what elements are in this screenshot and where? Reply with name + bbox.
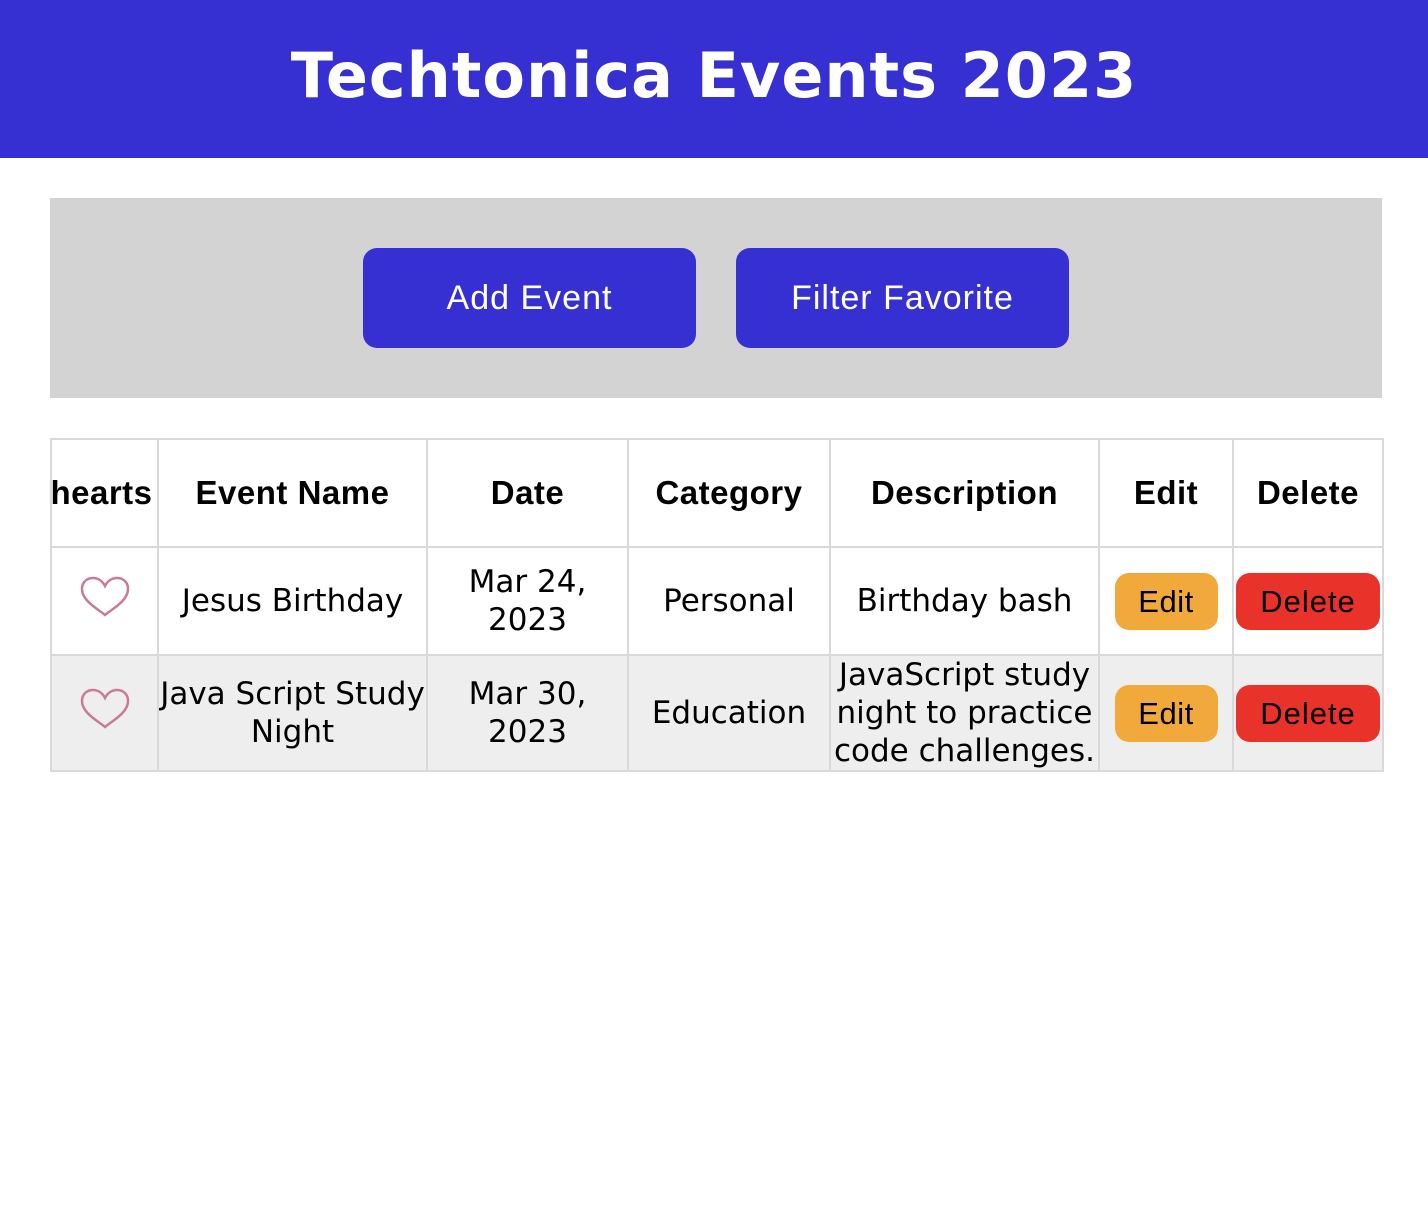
event-category-cell: Education: [627, 654, 831, 772]
events-table: hearts Event Name Date Category Descript…: [50, 438, 1384, 772]
edit-button[interactable]: Edit: [1114, 572, 1218, 630]
table-row: Jesus Birthday Mar 24, 2023 Personal Bir…: [50, 546, 1384, 656]
app-header: Techtonica Events 2023: [0, 0, 1428, 158]
column-header-description: Description: [829, 438, 1100, 548]
event-description-cell: JavaScript study night to practice code …: [829, 654, 1100, 772]
page-title: Techtonica Events 2023: [290, 38, 1138, 112]
event-description-cell: Birthday bash: [829, 546, 1100, 656]
edit-button[interactable]: Edit: [1114, 684, 1218, 742]
event-name-cell: Java Script Study Night: [157, 654, 428, 772]
column-header-event-name: Event Name: [157, 438, 428, 548]
event-date-cell: Mar 30, 2023: [426, 654, 629, 772]
event-date-cell: Mar 24, 2023: [426, 546, 629, 656]
event-name-cell: Jesus Birthday: [157, 546, 428, 656]
delete-cell: Delete: [1232, 546, 1384, 656]
delete-cell: Delete: [1232, 654, 1384, 772]
table-row: Java Script Study Night Mar 30, 2023 Edu…: [50, 654, 1384, 772]
column-header-hearts: hearts: [50, 438, 159, 548]
delete-button[interactable]: Delete: [1236, 572, 1380, 630]
heart-cell: [50, 654, 159, 772]
filter-favorite-button[interactable]: Filter Favorite: [736, 248, 1069, 348]
toolbar: Add Event Filter Favorite: [50, 198, 1382, 398]
event-date: Mar 30, 2023: [468, 676, 587, 750]
column-header-date: Date: [426, 438, 629, 548]
table-header-row: hearts Event Name Date Category Descript…: [50, 438, 1384, 548]
delete-button[interactable]: Delete: [1236, 684, 1380, 742]
heart-outline-icon[interactable]: [78, 575, 132, 619]
column-header-delete: Delete: [1232, 438, 1384, 548]
event-date: Mar 24, 2023: [468, 564, 587, 638]
column-header-category: Category: [627, 438, 831, 548]
add-event-button[interactable]: Add Event: [363, 248, 696, 348]
event-category-cell: Personal: [627, 546, 831, 656]
heart-outline-icon[interactable]: [78, 687, 132, 731]
edit-cell: Edit: [1098, 654, 1234, 772]
edit-cell: Edit: [1098, 546, 1234, 656]
column-header-edit: Edit: [1098, 438, 1234, 548]
heart-cell: [50, 546, 159, 656]
